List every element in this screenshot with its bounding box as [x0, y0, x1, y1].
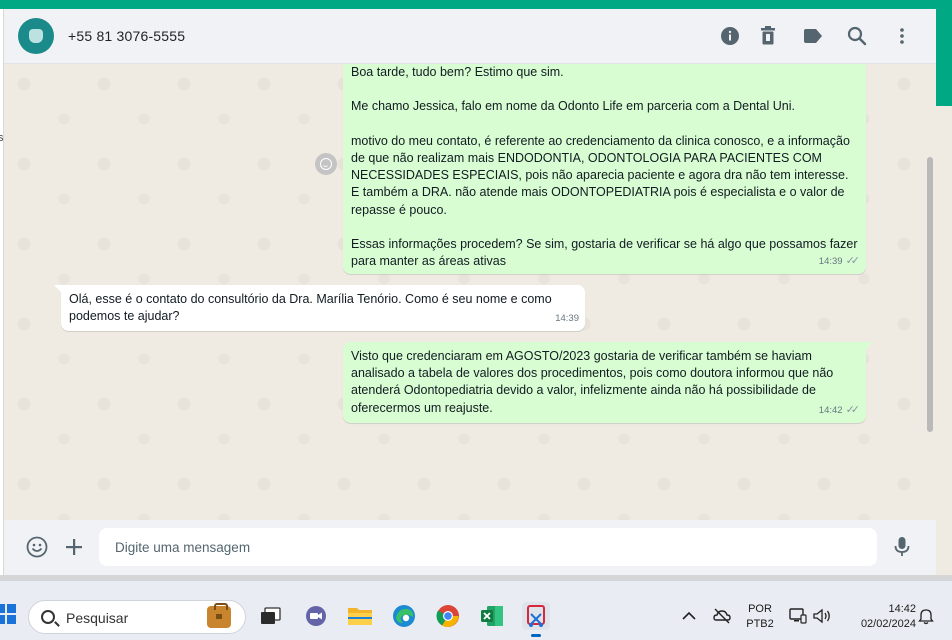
top-accent-strip — [0, 0, 952, 9]
message-time: 14:42 — [818, 404, 843, 416]
active-app-indicator — [531, 634, 541, 637]
notification-bell-icon[interactable] — [912, 602, 940, 630]
chat-header: +55 81 3076-5555 — [4, 9, 936, 64]
edge-icon[interactable] — [390, 602, 418, 630]
message-outgoing[interactable]: Visto que credenciaram em AGOSTO/2023 go… — [343, 342, 873, 423]
contact-phone[interactable]: +55 81 3076-5555 — [68, 28, 185, 44]
message-text: Olá, esse é o contato do consultório da … — [69, 292, 556, 324]
search-icon[interactable] — [845, 24, 869, 48]
briefcase-icon — [207, 603, 231, 628]
excel-icon[interactable] — [478, 602, 506, 630]
message-input[interactable] — [99, 528, 877, 566]
message-text: Visto que credenciaram em AGOSTO/2023 go… — [351, 349, 837, 415]
taskbar: Pesquisar POR PTB2 14:42 02/02/2024 — [0, 580, 952, 640]
emoji-react-icon[interactable] — [315, 153, 337, 175]
task-view-icon[interactable] — [257, 602, 285, 630]
label-icon[interactable] — [801, 24, 825, 48]
windows-start-icon[interactable] — [0, 604, 16, 624]
language-indicator[interactable]: POR PTB2 — [742, 602, 778, 632]
network-offline-icon[interactable] — [708, 602, 736, 630]
contact-avatar[interactable] — [18, 18, 54, 54]
message-meta: 14:42 ✓✓ — [819, 402, 860, 419]
teams-icon[interactable] — [302, 602, 330, 630]
microphone-icon[interactable] — [890, 535, 914, 559]
search-magnifier-icon — [41, 610, 55, 624]
snipping-tool-icon[interactable] — [522, 602, 550, 637]
smiley-face-icon — [320, 158, 332, 170]
menu-icon[interactable] — [890, 24, 914, 48]
left-edge-fragment: s — [0, 132, 4, 144]
message-text: Boa tarde, tudo bem? Estimo que sim. Me … — [351, 65, 858, 269]
message-composer — [4, 520, 936, 575]
clock-date: 02/02/2024 — [860, 618, 916, 630]
scrollbar[interactable] — [926, 64, 934, 520]
file-explorer-icon[interactable] — [346, 602, 374, 630]
clock-time: 14:42 — [888, 603, 916, 615]
right-background — [936, 106, 952, 580]
left-edge-fragment-2: | — [0, 170, 1, 182]
message-meta: 14:39 — [555, 310, 579, 327]
volume-icon[interactable] — [808, 602, 836, 630]
right-accent-strip — [936, 9, 952, 106]
double-check-icon: ✓✓ — [845, 254, 861, 267]
chrome-icon[interactable] — [434, 602, 462, 630]
language-line1: POR — [748, 603, 772, 615]
message-pane[interactable]: Boa tarde, tudo bem? Estimo que sim. Me … — [4, 64, 936, 520]
message-meta: 14:39 ✓✓ — [819, 253, 860, 270]
tooth-logo-icon — [29, 29, 43, 43]
chevron-up-icon[interactable] — [675, 602, 703, 630]
language-line2: PTB2 — [746, 618, 774, 630]
emoji-icon[interactable] — [25, 535, 49, 559]
trash-icon[interactable] — [756, 24, 780, 48]
message-incoming[interactable]: Olá, esse é o contato do consultório da … — [54, 285, 585, 331]
message-time: 14:39 — [555, 312, 579, 324]
message-outgoing[interactable]: Boa tarde, tudo bem? Estimo que sim. Me … — [343, 64, 866, 274]
taskbar-search-label: Pesquisar — [66, 610, 129, 626]
message-time: 14:39 — [818, 255, 843, 267]
double-check-icon: ✓✓ — [845, 403, 861, 416]
scrollbar-thumb[interactable] — [927, 157, 933, 432]
taskbar-search[interactable]: Pesquisar — [28, 600, 246, 634]
clock[interactable]: 14:42 02/02/2024 — [840, 602, 916, 632]
info-icon[interactable] — [718, 24, 742, 48]
attach-plus-icon[interactable] — [62, 535, 86, 559]
